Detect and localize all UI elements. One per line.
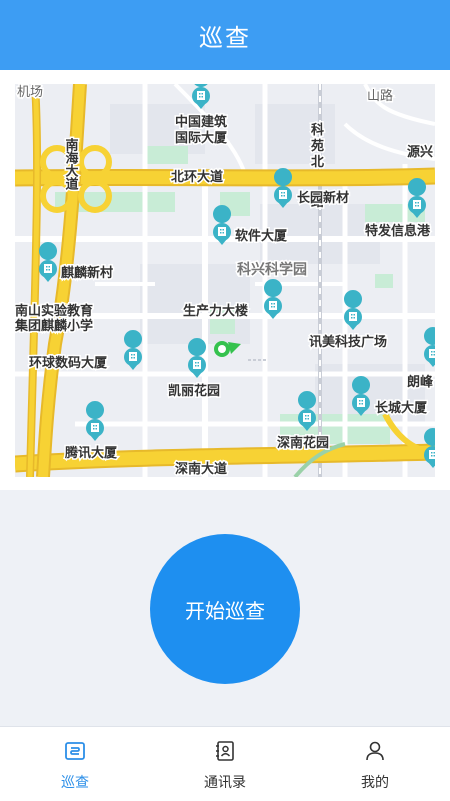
map-label: 特发信息港 <box>365 223 431 239</box>
road-label: 北环大道 <box>171 169 223 185</box>
profile-icon <box>366 741 384 761</box>
map-label: 软件大厦 <box>235 228 288 244</box>
start-area: 开始巡查 <box>0 490 450 726</box>
map-label: 科兴科学园 <box>237 261 307 278</box>
map-label: 麒麟新村 <box>61 265 113 281</box>
map-label: 深南花园 <box>277 435 329 451</box>
contacts-icon <box>216 741 234 761</box>
road-label: 深南大道 <box>175 461 227 477</box>
map-label: 苑 <box>310 138 324 154</box>
app-header: 巡查 <box>0 0 450 70</box>
map-label: 国际大厦 <box>175 130 228 146</box>
map-label: 生产力大楼 <box>183 303 248 319</box>
map-label: 凯丽花园 <box>168 383 220 399</box>
park-area <box>143 146 188 164</box>
map-label: 科 <box>311 122 324 138</box>
tab-label: 我的 <box>361 775 389 791</box>
map-label: 南山实验教育 <box>15 303 93 319</box>
map-label: 机场 <box>17 85 43 100</box>
patrol-icon <box>65 742 85 760</box>
map-label: 讯美科技广场 <box>309 334 387 350</box>
map-label: 长城大厦 <box>375 400 428 416</box>
map-view[interactable]: 机场 山路 中国建筑 国际大厦 科 苑 北 路 源兴 北环大道 长园新材 软件大… <box>15 84 435 477</box>
map-label: 北 <box>311 155 324 170</box>
tab-patrol[interactable]: 巡查 <box>0 727 150 801</box>
tab-label: 巡查 <box>61 775 89 791</box>
map-label: 长园新材 <box>297 190 349 206</box>
map-label: 源兴 <box>407 144 433 160</box>
road-label: 南海大道 <box>63 137 79 191</box>
tab-contacts[interactable]: 通讯录 <box>150 727 300 801</box>
park-area <box>375 274 393 288</box>
page-title: 巡查 <box>199 23 251 52</box>
bottom-tab-bar: 巡查 通讯录 我的 <box>0 726 450 801</box>
map-label: 朗峰 <box>407 374 434 390</box>
tab-label: 通讯录 <box>204 775 246 791</box>
map-label: 中国建筑 <box>175 114 227 130</box>
map-label: 集团麒麟小学 <box>15 318 93 334</box>
map-label: 腾讯大厦 <box>64 445 118 461</box>
map-label: 山路 <box>367 88 393 104</box>
map-label: 环球数码大厦 <box>29 355 108 371</box>
tab-profile[interactable]: 我的 <box>300 727 450 801</box>
start-patrol-button[interactable]: 开始巡查 <box>150 534 300 684</box>
